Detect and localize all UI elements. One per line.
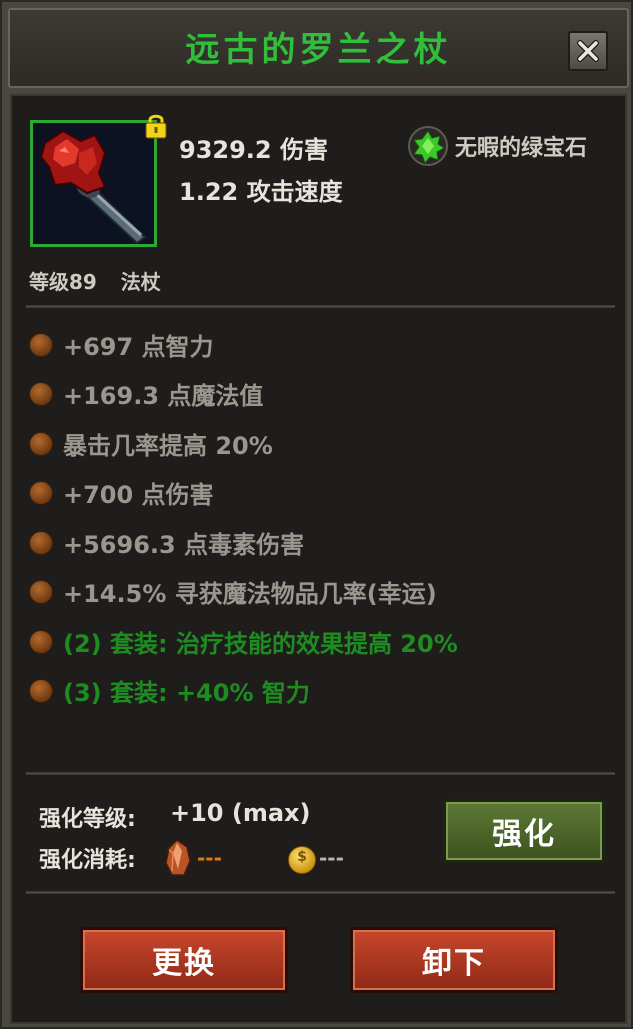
- attribute-text: +5696.3 点毒素伤害: [63, 531, 305, 559]
- bullet-icon: [29, 333, 53, 357]
- attribute-text: +169.3 点魔法值: [63, 382, 264, 410]
- attribute-text: +697 点智力: [63, 333, 214, 361]
- enhance-level-value: +10 (max): [170, 799, 311, 827]
- unequip-button[interactable]: 卸下: [350, 927, 558, 993]
- set-bonus-text: (2) 套装: 治疗技能的效果提高 20%: [63, 630, 458, 658]
- attribute-text: +700 点伤害: [63, 481, 214, 509]
- divider: [26, 891, 615, 894]
- coin-symbol: $: [297, 849, 307, 865]
- gold-coin-icon: $: [288, 846, 316, 874]
- attribute-text: +14.5% 寻获魔法物品几率(幸运): [63, 580, 437, 608]
- damage-stat: 9329.2 伤害: [179, 136, 328, 164]
- replace-button-label: 更换: [152, 946, 216, 981]
- divider: [26, 772, 615, 775]
- unequip-button-label: 卸下: [422, 946, 486, 981]
- divider: [26, 305, 615, 308]
- item-detail-window: 远古的罗兰之杖 9329.2 伤害 1.22 攻击速度 无暇的绿宝石 等级89 …: [0, 0, 633, 1029]
- lock-icon[interactable]: [144, 112, 168, 140]
- emerald-gem-icon[interactable]: [408, 126, 448, 166]
- bullet-icon: [29, 531, 53, 555]
- bullet-icon: [29, 382, 53, 406]
- bullet-icon: [29, 580, 53, 604]
- staff-icon: [33, 123, 154, 245]
- gold-cost: ---: [319, 846, 344, 870]
- ore-cost: ---: [197, 846, 222, 870]
- item-panel: 9329.2 伤害 1.22 攻击速度 无暇的绿宝石 等级89 法杖 +697 …: [10, 94, 627, 1024]
- bullet-icon: [29, 432, 53, 456]
- attribute-text: 暴击几率提高 20%: [63, 432, 273, 460]
- enhance-cost-label: 强化消耗:: [39, 848, 136, 873]
- item-type: 法杖: [120, 270, 161, 294]
- bullet-icon: [29, 679, 53, 703]
- replace-button[interactable]: 更换: [80, 927, 288, 993]
- item-icon-frame[interactable]: [30, 120, 157, 247]
- close-icon: [577, 40, 599, 62]
- level-type-line: 等级89 法杖: [29, 266, 161, 295]
- bullet-icon: [29, 481, 53, 505]
- close-button[interactable]: [568, 31, 608, 71]
- ore-crystal-icon: [165, 839, 191, 876]
- bullet-icon: [29, 630, 53, 654]
- attack-speed-stat: 1.22 攻击速度: [179, 178, 343, 206]
- item-level: 等级89: [29, 270, 97, 294]
- enhance-button-label: 强化: [492, 817, 556, 852]
- enhance-level-label: 强化等级:: [39, 807, 136, 832]
- gem-name: 无暇的绿宝石: [455, 136, 588, 161]
- set-bonus-text: (3) 套装: +40% 智力: [63, 679, 310, 707]
- item-title: 远古的罗兰之杖: [185, 30, 452, 70]
- enhance-button[interactable]: 强化: [443, 799, 605, 863]
- title-bar: 远古的罗兰之杖: [8, 8, 629, 88]
